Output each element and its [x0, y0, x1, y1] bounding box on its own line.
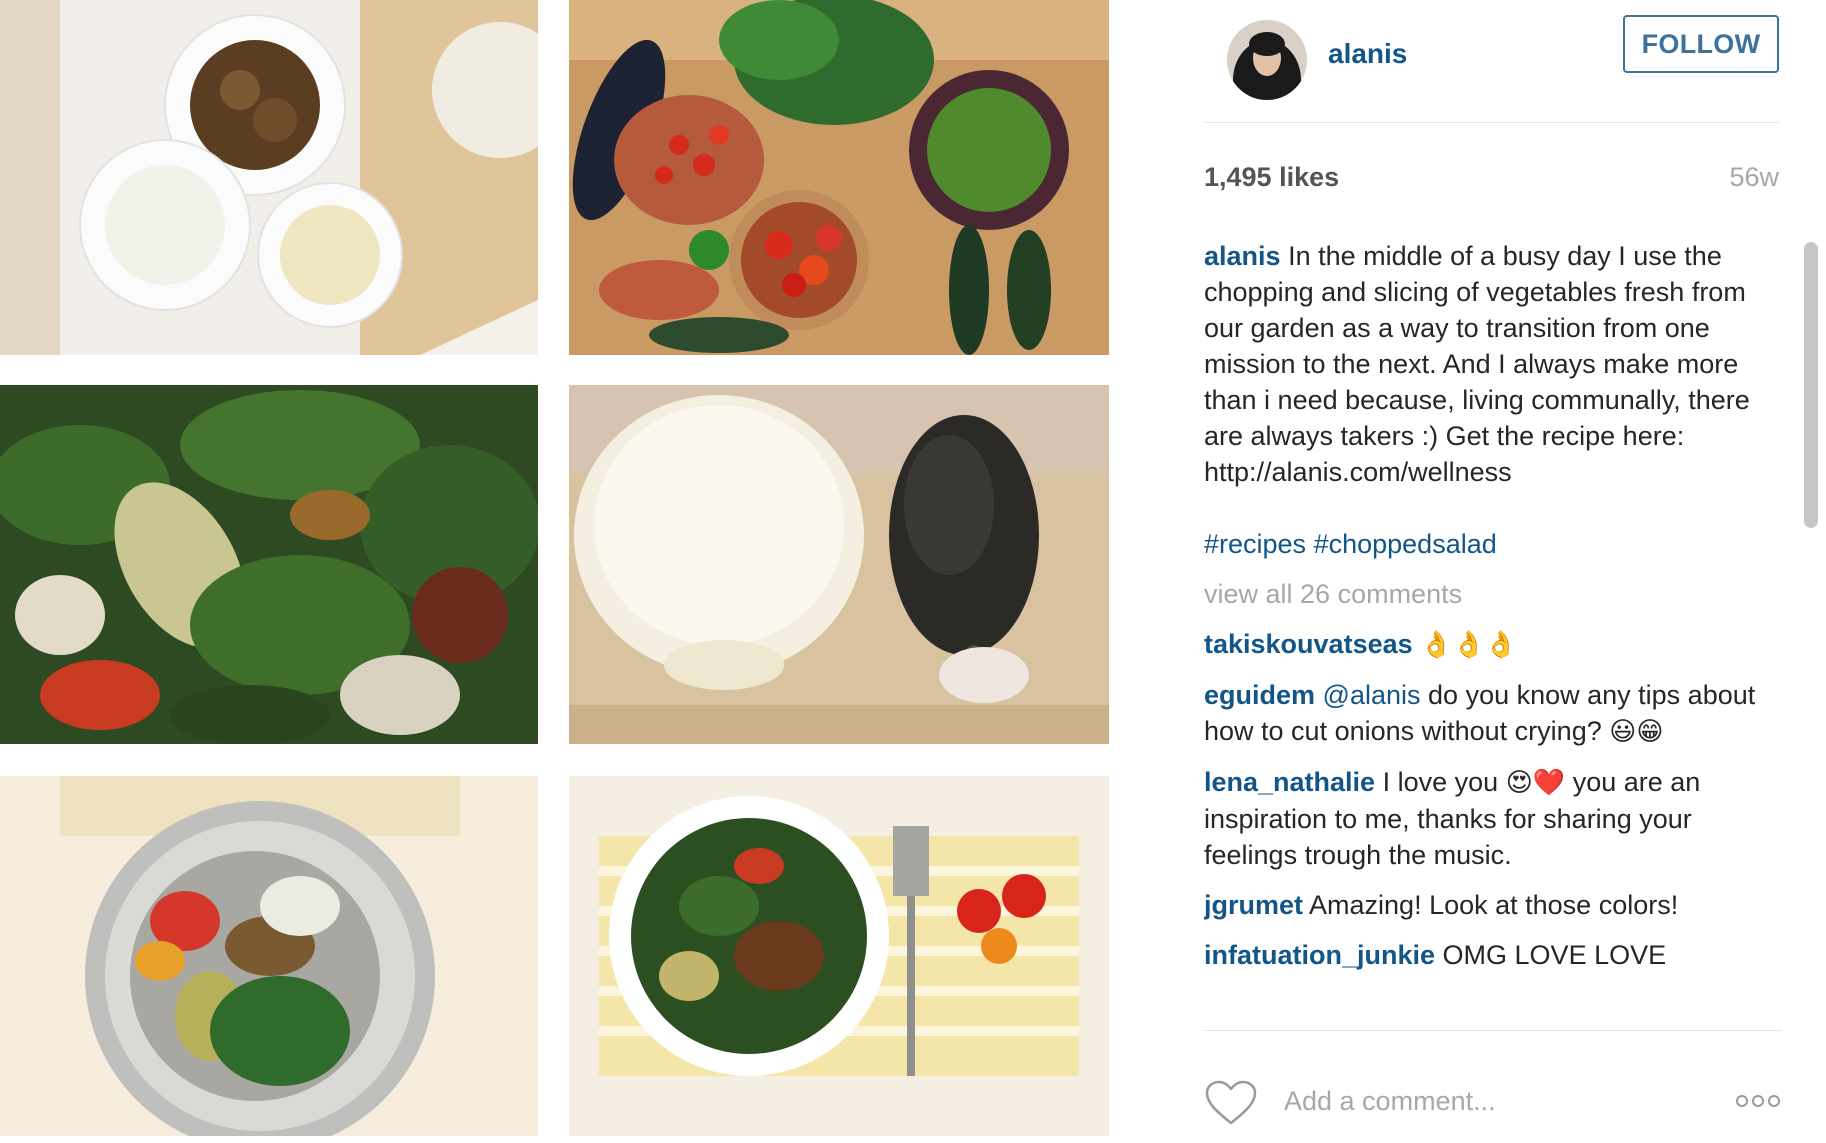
- post-meta: 1,495 likes 56w: [1204, 162, 1779, 202]
- photo-garden-vegetables: [569, 0, 1109, 355]
- comment-text: OMG LOVE LOVE: [1442, 940, 1667, 970]
- comment-username[interactable]: takiskouvatseas: [1204, 629, 1413, 659]
- photo-metal-bowl-ingredients: [0, 776, 538, 1136]
- hashtag-recipes[interactable]: #recipes: [1204, 529, 1306, 559]
- comment-mention[interactable]: @alanis: [1323, 680, 1421, 710]
- post-details-panel: alanis FOLLOW 1,495 likes 56w alanis In …: [1178, 0, 1826, 1142]
- photo-salad-bowl-fork: [569, 776, 1109, 1136]
- comments-list: alanis In the middle of a busy day I use…: [1204, 238, 1782, 1028]
- post-photo-collage[interactable]: [0, 0, 1136, 1142]
- caption-text: In the middle of a busy day I use the ch…: [1204, 241, 1750, 487]
- add-comment-input[interactable]: [1282, 1077, 1706, 1125]
- heart-icon[interactable]: [1204, 1079, 1258, 1127]
- comment-emoji: 😍❤️: [1505, 768, 1566, 798]
- comment-text: 👌👌👌: [1420, 630, 1518, 660]
- avatar[interactable]: [1227, 20, 1307, 100]
- caption-username[interactable]: alanis: [1204, 241, 1281, 271]
- view-all-comments-link[interactable]: view all 26 comments: [1204, 576, 1782, 612]
- photo-onion-avocado: [569, 385, 1109, 744]
- photo-chopped-salad-closeup: [0, 385, 538, 744]
- comment-item: eguidem @alanis do you know any tips abo…: [1204, 677, 1782, 750]
- post-age[interactable]: 56w: [1729, 162, 1779, 193]
- username-link[interactable]: alanis: [1328, 38, 1407, 70]
- comment-item: jgrumet Amazing! Look at those colors!: [1204, 887, 1782, 923]
- scrollbar-thumb[interactable]: [1804, 242, 1818, 528]
- comment-text: Amazing! Look at those colors!: [1309, 890, 1679, 920]
- comment-username[interactable]: jgrumet: [1204, 890, 1303, 920]
- comment-username[interactable]: lena_nathalie: [1204, 767, 1375, 797]
- likes-count[interactable]: 1,495 likes: [1204, 162, 1339, 193]
- hashtag-choppedsalad[interactable]: #choppedsalad: [1314, 529, 1497, 559]
- comment-bar: [1204, 1030, 1782, 1143]
- photo-bowls-seeds-onion: [0, 0, 538, 355]
- more-options-icon[interactable]: [1734, 1083, 1782, 1119]
- comment-item: takiskouvatseas 👌👌👌: [1204, 626, 1782, 663]
- comment-item: lena_nathalie I love you 😍❤️ you are an …: [1204, 764, 1782, 873]
- comment-text: I love you: [1382, 767, 1499, 797]
- comment-username[interactable]: infatuation_junkie: [1204, 940, 1435, 970]
- comment-username[interactable]: eguidem: [1204, 680, 1315, 710]
- comments-scrollbar[interactable]: [1800, 238, 1822, 1028]
- comment-item: infatuation_junkie OMG LOVE LOVE: [1204, 937, 1782, 973]
- comment-emoji: 😃😁: [1609, 717, 1664, 747]
- post-header: alanis FOLLOW: [1204, 10, 1779, 123]
- caption: alanis In the middle of a busy day I use…: [1204, 238, 1782, 490]
- hashtags: #recipes #choppedsalad: [1204, 526, 1782, 562]
- follow-button[interactable]: FOLLOW: [1623, 15, 1779, 73]
